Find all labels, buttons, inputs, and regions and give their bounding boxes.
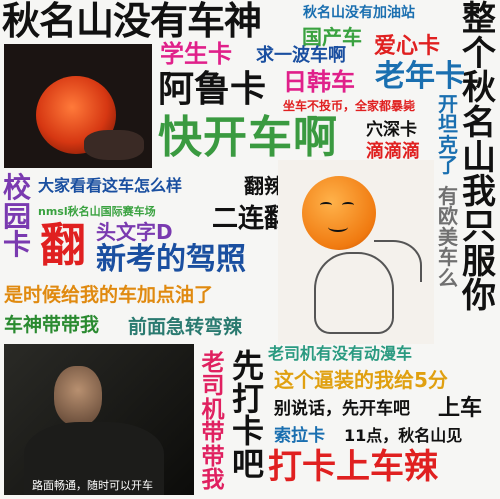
give-5-text: 这个逼装的我给5分: [274, 368, 448, 392]
kuaikaiche-text: 快开车啊: [158, 112, 338, 163]
bieshuohua-text: 别说话，先开车吧: [274, 399, 410, 419]
collage-title: 秋名山没有车神: [2, 0, 262, 43]
fan-text: 翻: [40, 218, 86, 272]
new-license-text: 新考的驾照: [96, 242, 246, 277]
didi-text: 滴滴滴: [366, 141, 420, 162]
xueshen-card-text: 穴深卡: [366, 120, 417, 140]
old-driver-anime-text: 老司机有没有动漫车: [268, 344, 413, 363]
student-card-text: 学生卡: [160, 40, 232, 68]
love-card-text: 爱心卡: [374, 34, 441, 59]
cartoon-arm-sketch: [374, 240, 422, 282]
qianmian-text: 前面急转弯辣: [128, 316, 243, 338]
nmsl-text: nmsl秋名山国际赛车场: [38, 205, 156, 218]
final-text: 打卡上车辣: [268, 447, 438, 487]
cartoon-mouth: [328, 222, 348, 232]
cartoon-ball-drawing: [278, 160, 434, 344]
cartoon-ball-head: [302, 176, 376, 250]
touwenzi-text: 头文字D: [96, 220, 173, 244]
you-oumei-text: 有 欧 美 车 么: [438, 184, 458, 290]
eleven-text: 11点，秋名山见: [344, 426, 463, 445]
right-vertical-text: 整 个 秋 名 山 我 只 服 你: [462, 0, 496, 317]
cartoon-eye-right: [342, 202, 354, 208]
old-driver-vertical-text: 老 司 机 带 带 我: [201, 350, 225, 494]
kaitanke-text: 开 坦 克 了: [438, 92, 458, 178]
wait-bus-text: 求一波车啊: [256, 45, 346, 66]
driver-photo: 路面畅通，随时可以开车: [4, 344, 194, 495]
daka-first-text: 先 打 卡 吧: [231, 347, 264, 483]
driver-head: [54, 366, 102, 426]
guochanche-text: 国产车: [302, 25, 362, 49]
cartoon-eye-left: [320, 202, 332, 208]
photo-shadow: [84, 130, 144, 160]
aru-card-text: 阿鲁卡: [158, 69, 267, 110]
shangche-text: 上车: [438, 396, 483, 421]
no-gas-station-text: 秋名山没有加油站: [303, 5, 415, 21]
everyone-look-text: 大家看看这车怎么样: [38, 176, 183, 195]
road-caption: 路面畅通，随时可以开车: [32, 479, 153, 492]
chesheng-text: 车神带带我: [4, 314, 100, 336]
rihan-text: 日韩车: [283, 68, 355, 96]
xiaoyuan-card-text: 校 园 卡: [3, 171, 32, 262]
no-coin-text: 坐车不投币，全家都暴毙: [283, 99, 416, 113]
elder-card-text: 老年卡: [375, 59, 465, 94]
meme-collage: 秋名山没有车神 秋名山没有加油站 整 个 秋 名 山 我 只 服 你 学生卡 国…: [0, 0, 500, 499]
suola-text: 索拉卡: [274, 426, 325, 446]
add-oil-text: 是时候给我的车加点油了: [4, 284, 214, 306]
orange-ball-photo-top: [4, 44, 152, 168]
